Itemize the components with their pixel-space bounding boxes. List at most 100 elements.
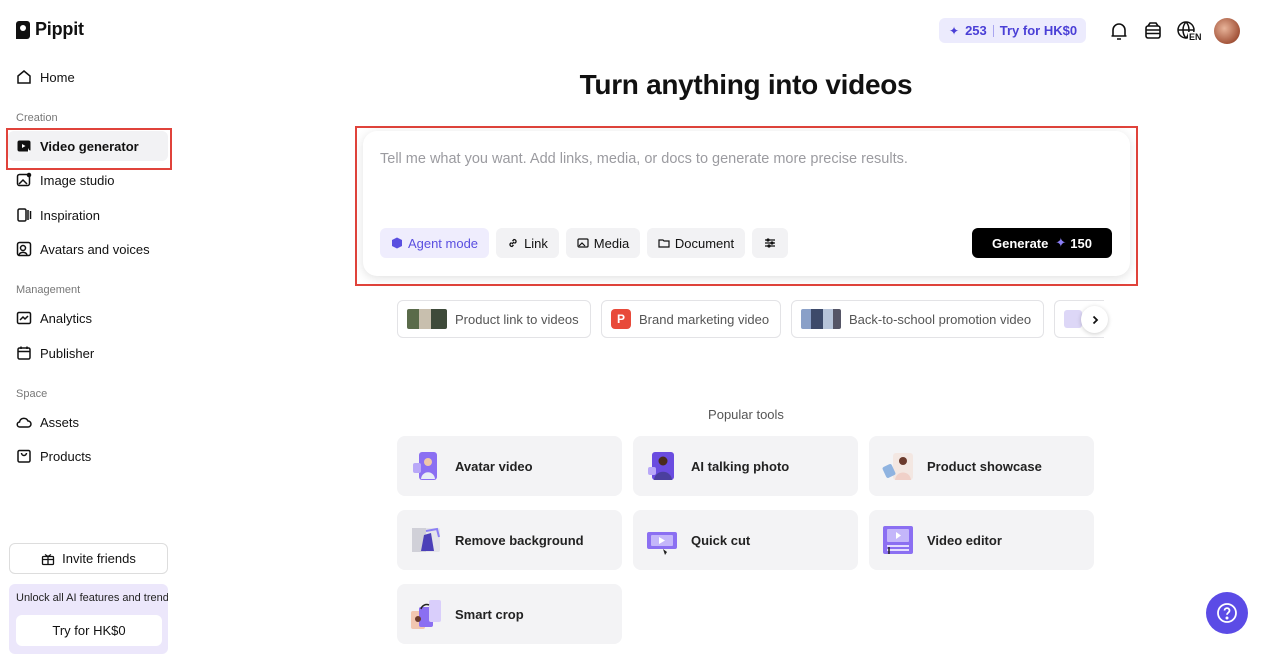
pippit-logo[interactable]: Pippit	[16, 19, 84, 40]
video-editor-icon	[883, 526, 913, 554]
avatar-voice-icon	[16, 241, 32, 257]
chevron-right-icon	[1092, 315, 1098, 324]
section-label-management: Management	[16, 284, 81, 296]
suggestion-chip[interactable]: P Brand marketing video	[601, 300, 781, 338]
sidebar-item-avatars-voices[interactable]: Avatars and voices	[8, 234, 168, 264]
sidebar-item-inspiration[interactable]: Inspiration	[8, 200, 168, 230]
divider	[992, 24, 994, 37]
pippit-logo-icon	[16, 20, 30, 39]
sidebar-item-home[interactable]: Home	[8, 62, 168, 92]
tool-product-showcase[interactable]: Product showcase	[869, 436, 1094, 496]
sidebar-item-products[interactable]: Products	[8, 441, 168, 471]
sidebar-item-label: Assets	[40, 414, 80, 430]
analytics-icon	[16, 311, 32, 325]
sparkle-icon: ✦	[949, 23, 960, 38]
tool-video-editor[interactable]: Video editor	[869, 510, 1094, 570]
sidebar-item-label: Avatars and voices	[40, 241, 150, 257]
sidebar-item-assets[interactable]: Assets	[8, 407, 168, 437]
tool-label: Product showcase	[927, 458, 1042, 474]
sidebar-item-publisher[interactable]: Publisher	[8, 338, 168, 368]
document-label: Document	[674, 235, 735, 251]
language-code: EN	[1188, 32, 1203, 42]
sidebar: Pippit Home Creation Video generator Ima…	[0, 0, 180, 666]
language-globe-icon[interactable]: EN	[1176, 20, 1203, 42]
section-label-creation: Creation	[16, 112, 58, 124]
trial-link[interactable]: Try for HK$0	[1000, 23, 1077, 38]
agent-mode-button[interactable]: Agent mode	[380, 228, 489, 258]
suggestion-chip[interactable]: Product link to videos	[397, 300, 591, 338]
notification-bell-icon[interactable]	[1108, 20, 1130, 42]
page-title: Turn anything into videos	[579, 69, 913, 100]
generate-cost: 150	[1070, 235, 1092, 251]
help-button[interactable]	[1206, 592, 1248, 634]
tool-smart-crop[interactable]: Smart crop	[397, 584, 622, 644]
tool-ai-talking-photo[interactable]: AI talking photo	[633, 436, 858, 496]
credits-count: 253	[965, 23, 987, 38]
tool-label: Remove background	[455, 532, 584, 548]
tool-quick-cut[interactable]: Quick cut	[633, 510, 858, 570]
image-studio-icon	[16, 172, 32, 187]
section-label-space: Space	[16, 388, 48, 400]
sidebar-item-video-generator[interactable]: Video generator	[6, 128, 172, 170]
remove-background-icon	[412, 527, 440, 552]
sliders-icon	[765, 238, 775, 248]
sidebar-item-analytics[interactable]: Analytics	[8, 303, 168, 333]
suggestion-label: Product link to videos	[455, 311, 579, 327]
talking-photo-icon	[648, 452, 674, 480]
smart-crop-icon	[411, 600, 441, 629]
carousel-next-button[interactable]	[1081, 306, 1108, 333]
media-button[interactable]: Media	[566, 228, 640, 258]
quick-cut-icon	[647, 532, 677, 555]
sidebar-item-image-studio[interactable]: Image studio	[8, 165, 168, 195]
user-avatar[interactable]	[1214, 18, 1240, 44]
document-button[interactable]: Document	[647, 228, 745, 258]
tool-remove-background[interactable]: Remove background	[397, 510, 622, 570]
prompt-input[interactable]	[380, 151, 1100, 167]
link-label: Link	[524, 235, 548, 251]
popular-tools-heading: Popular tools	[708, 407, 784, 422]
sidebar-item-label: Video generator	[40, 138, 139, 154]
sidebar-item-label: Inspiration	[40, 207, 100, 223]
sidebar-item-label: Products	[40, 448, 92, 464]
tool-avatar-video[interactable]: Avatar video	[397, 436, 622, 496]
prompt-card: Agent mode Link Media Document Generate …	[363, 131, 1130, 276]
home-icon	[17, 70, 31, 84]
brand-p-icon: P	[611, 309, 631, 329]
sidebar-item-label: Image studio	[40, 172, 115, 188]
cloud-icon	[16, 417, 32, 428]
invite-friends-label: Invite friends	[62, 551, 136, 566]
suggestion-thumbnail	[801, 309, 841, 329]
promo-text: Unlock all AI features and trend	[16, 592, 168, 604]
media-label: Media	[593, 235, 630, 251]
tool-label: AI talking photo	[691, 458, 790, 474]
generate-button[interactable]: Generate ✦ 150	[972, 228, 1112, 258]
agent-mode-label: Agent mode	[407, 235, 479, 251]
question-mark-icon	[1217, 603, 1237, 623]
avatar-video-icon	[413, 452, 437, 480]
product-showcase-icon	[882, 453, 913, 480]
credits-badge[interactable]: ✦ 253 Try for HK$0	[939, 18, 1086, 43]
upgrade-promo: Unlock all AI features and trend Try for…	[9, 584, 168, 654]
folder-icon	[658, 239, 670, 248]
sidebar-item-label: Home	[40, 69, 75, 85]
suggestion-label: Brand marketing video	[639, 311, 770, 327]
invite-friends-button[interactable]: Invite friends	[9, 543, 168, 574]
promo-try-button[interactable]: Try for HK$0	[16, 615, 162, 646]
sparkle-icon: ✦	[1055, 235, 1067, 250]
suggestion-thumbnail	[407, 309, 447, 329]
tool-label: Video editor	[927, 532, 1002, 548]
suggestion-label: Back-to-school promotion video	[849, 311, 1032, 327]
wallet-icon[interactable]	[1142, 20, 1164, 42]
cube-icon	[391, 237, 402, 249]
calendar-icon	[17, 346, 31, 360]
app-name: Pippit	[35, 19, 84, 39]
settings-sliders-button[interactable]	[752, 228, 788, 258]
suggestion-chip[interactable]: Back-to-school promotion video	[791, 300, 1044, 338]
sidebar-item-label: Analytics	[40, 310, 93, 326]
inspiration-icon	[17, 208, 32, 222]
link-button[interactable]: Link	[496, 228, 559, 258]
product-box-icon	[17, 449, 31, 463]
sidebar-item-label: Publisher	[40, 345, 95, 361]
tool-label: Avatar video	[455, 458, 533, 474]
video-generator-icon	[17, 140, 31, 154]
